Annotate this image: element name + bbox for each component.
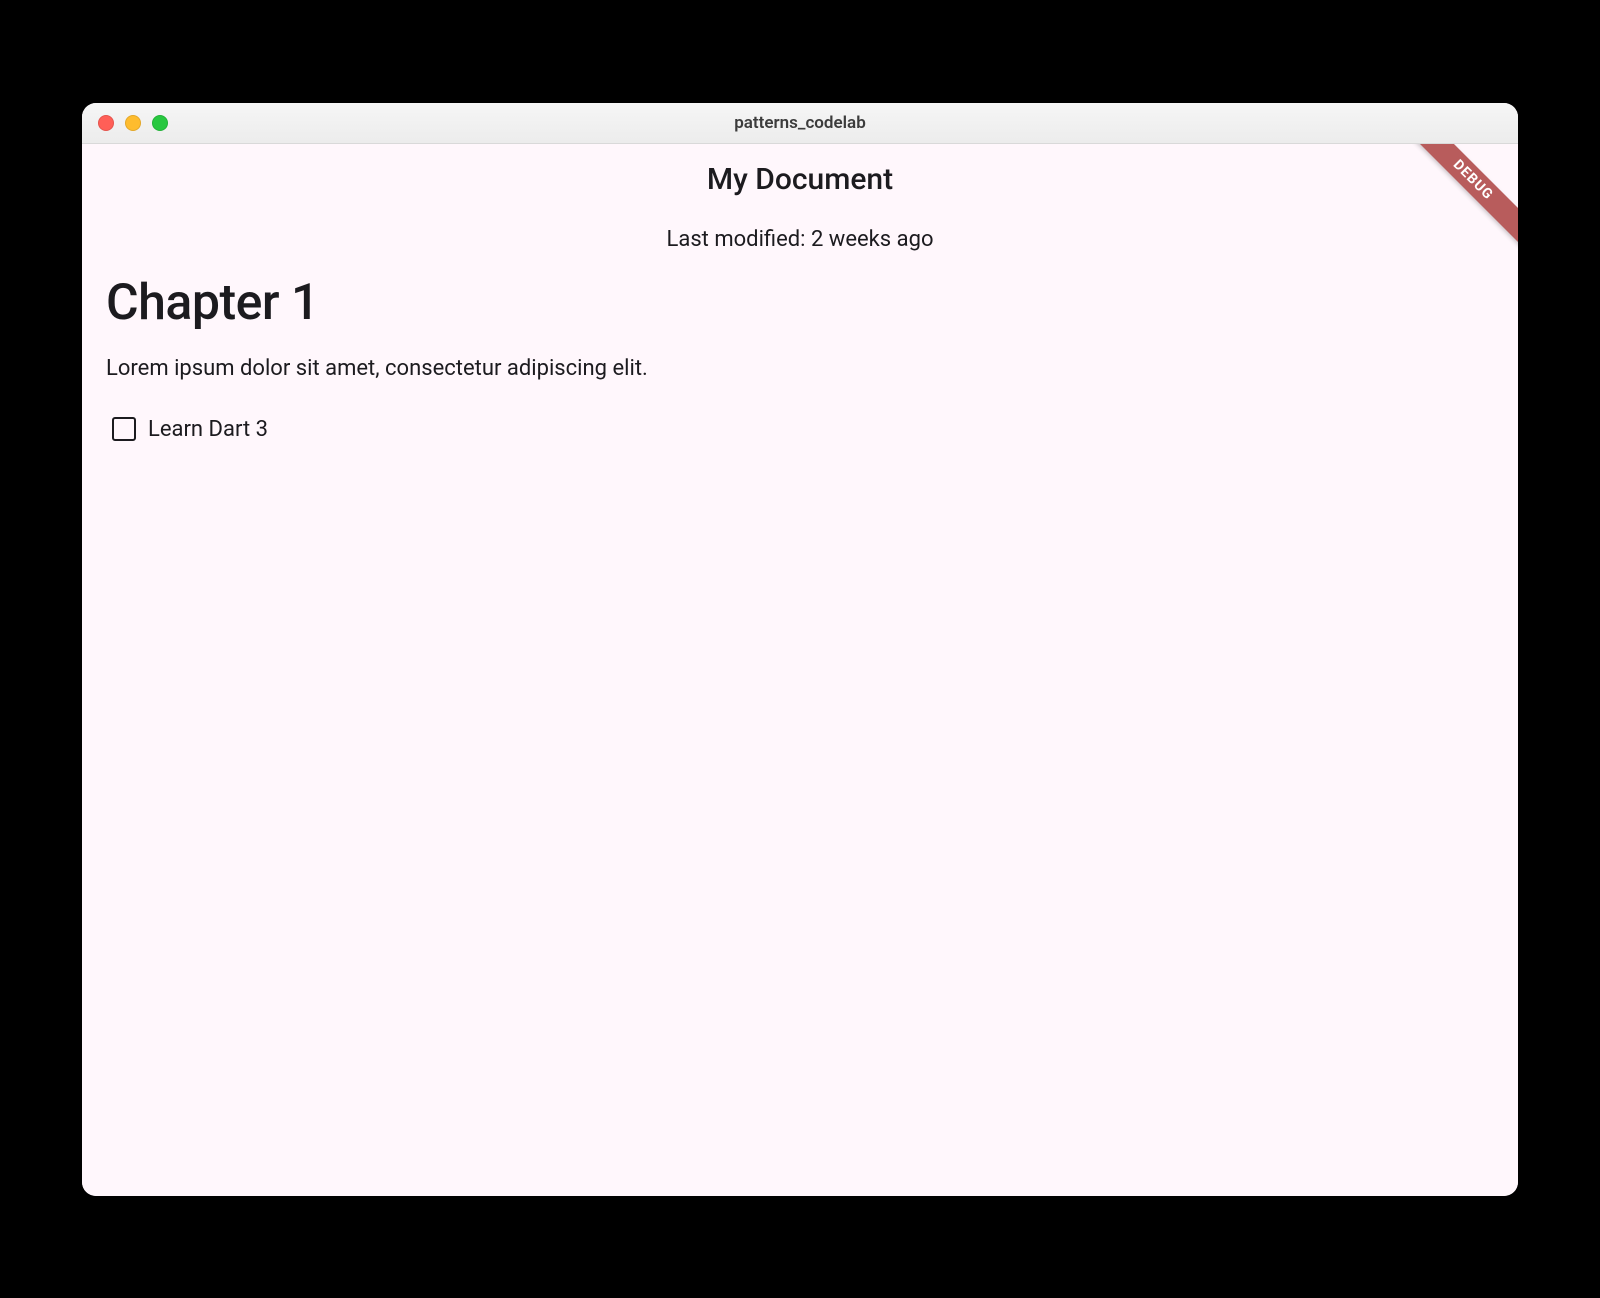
maximize-icon[interactable] (152, 115, 168, 131)
close-icon[interactable] (98, 115, 114, 131)
window-title: patterns_codelab (82, 113, 1518, 133)
paragraph-text: Lorem ipsum dolor sit amet, consectetur … (106, 356, 1494, 381)
checkbox-outline-icon[interactable] (112, 417, 136, 441)
page-title: My Document (82, 144, 1518, 197)
chapter-heading: Chapter 1 (106, 274, 1494, 332)
app-content: My Document Last modified: 2 weeks ago C… (82, 144, 1518, 1196)
checkbox-item[interactable]: Learn Dart 3 (106, 417, 1494, 442)
window-controls (82, 115, 168, 131)
titlebar: patterns_codelab (82, 103, 1518, 144)
last-modified-text: Last modified: 2 weeks ago (82, 227, 1518, 252)
checkbox-label: Learn Dart 3 (148, 417, 268, 442)
minimize-icon[interactable] (125, 115, 141, 131)
app-window: patterns_codelab My Document Last modifi… (82, 103, 1518, 1196)
document-body: Chapter 1 Lorem ipsum dolor sit amet, co… (82, 274, 1518, 442)
